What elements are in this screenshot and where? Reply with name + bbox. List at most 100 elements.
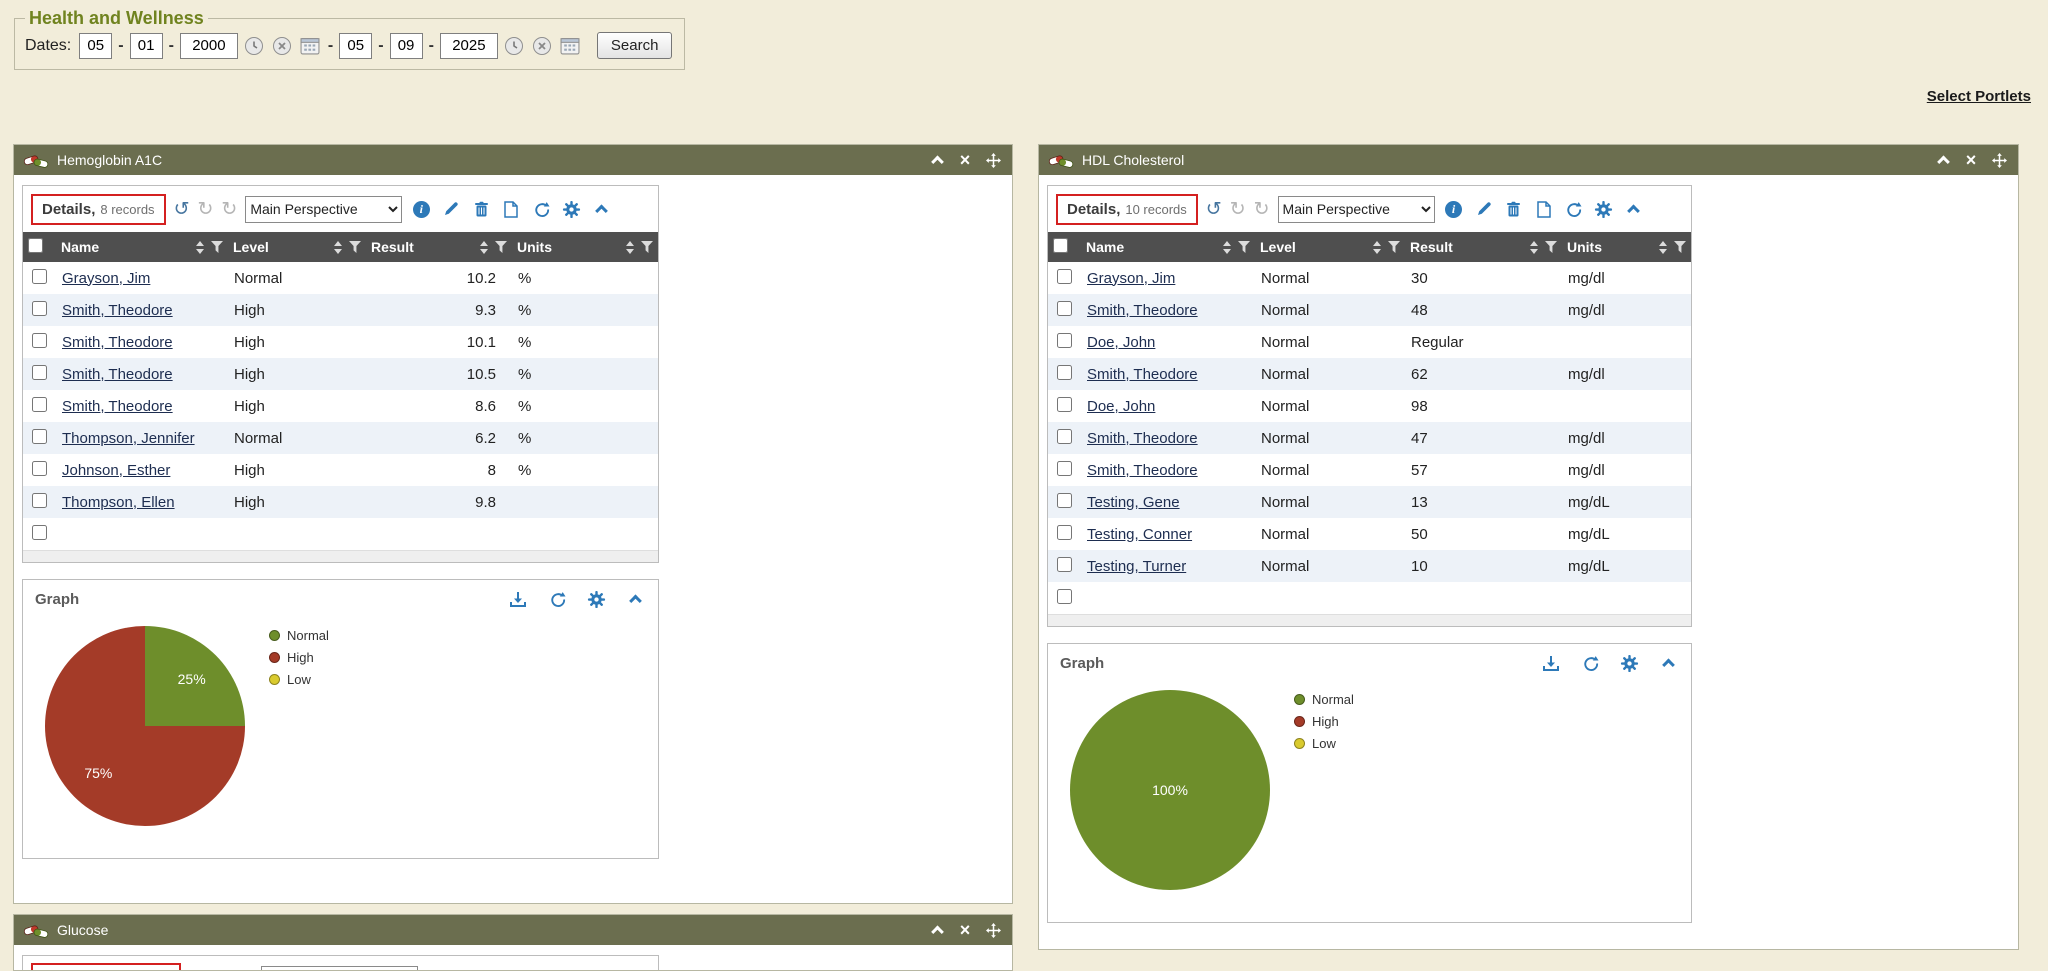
row-checkbox[interactable]: [32, 397, 47, 412]
collapse-icon[interactable]: [590, 198, 612, 220]
row-checkbox[interactable]: [1057, 493, 1072, 508]
row-checkbox[interactable]: [1057, 589, 1072, 604]
new-document-icon[interactable]: [516, 968, 538, 970]
close-portlet-icon[interactable]: ×: [955, 920, 975, 940]
clear-date-icon[interactable]: [271, 34, 294, 57]
collapse-portlet-icon[interactable]: [927, 920, 947, 940]
filter-icon[interactable]: [349, 241, 361, 253]
sort-icon[interactable]: [1530, 241, 1539, 254]
row-checkbox[interactable]: [32, 301, 47, 316]
filter-icon[interactable]: [1674, 241, 1686, 253]
move-portlet-icon[interactable]: [1989, 150, 2009, 170]
edit-icon[interactable]: [1473, 198, 1495, 220]
patient-name-link[interactable]: Doe, John: [1087, 334, 1155, 351]
row-checkbox[interactable]: [1057, 557, 1072, 572]
patient-name-link[interactable]: Smith, Theodore: [62, 398, 173, 415]
row-checkbox[interactable]: [32, 493, 47, 508]
patient-name-link[interactable]: Smith, Theodore: [1087, 302, 1198, 319]
download-icon[interactable]: [507, 588, 529, 610]
patient-name-link[interactable]: Johnson, Esther: [62, 462, 170, 479]
repeat-icon[interactable]: ↻: [237, 970, 253, 971]
patient-name-link[interactable]: Smith, Theodore: [62, 334, 173, 351]
perspective-select[interactable]: Main Perspective: [1278, 196, 1435, 223]
row-checkbox[interactable]: [1057, 429, 1072, 444]
undo-icon[interactable]: ↺: [1206, 200, 1222, 219]
delete-icon[interactable]: [470, 198, 492, 220]
portlet-header[interactable]: HDL Cholesterol ×: [1039, 145, 2018, 175]
calendar-icon[interactable]: [299, 34, 322, 57]
filter-icon[interactable]: [211, 241, 223, 253]
undo-icon[interactable]: ↺: [189, 970, 205, 971]
collapse-icon[interactable]: [1623, 198, 1645, 220]
undo-icon[interactable]: ↺: [174, 200, 190, 219]
delete-icon[interactable]: [1503, 198, 1525, 220]
row-checkbox[interactable]: [32, 429, 47, 444]
clear-date-icon[interactable]: [531, 34, 554, 57]
select-portlets-link[interactable]: Select Portlets: [1927, 88, 2031, 105]
perspective-select[interactable]: [261, 966, 418, 971]
redo-icon[interactable]: ↻: [197, 200, 213, 219]
redo-icon[interactable]: ↻: [213, 970, 229, 971]
select-all-checkbox[interactable]: [28, 238, 43, 253]
portlet-header[interactable]: Hemoglobin A1C ×: [14, 145, 1012, 175]
settings-icon[interactable]: [560, 198, 582, 220]
patient-name-link[interactable]: Testing, Turner: [1087, 558, 1186, 575]
row-checkbox[interactable]: [32, 525, 47, 540]
close-portlet-icon[interactable]: ×: [955, 150, 975, 170]
collapse-icon[interactable]: [624, 588, 646, 610]
filter-icon[interactable]: [1238, 241, 1250, 253]
patient-name-link[interactable]: Smith, Theodore: [62, 366, 173, 383]
row-checkbox[interactable]: [1057, 333, 1072, 348]
row-checkbox[interactable]: [1057, 397, 1072, 412]
clock-icon[interactable]: [503, 34, 526, 57]
sort-icon[interactable]: [1223, 241, 1232, 254]
filter-icon[interactable]: [641, 241, 653, 253]
calendar-icon[interactable]: [559, 34, 582, 57]
info-icon[interactable]: i: [1443, 198, 1465, 220]
move-portlet-icon[interactable]: [983, 920, 1003, 940]
row-checkbox[interactable]: [32, 333, 47, 348]
select-all-checkbox[interactable]: [1053, 238, 1068, 253]
to-year-input[interactable]: [440, 33, 498, 59]
patient-name-link[interactable]: Thompson, Jennifer: [62, 430, 195, 447]
sort-icon[interactable]: [196, 241, 205, 254]
row-checkbox[interactable]: [1057, 525, 1072, 540]
new-document-icon[interactable]: [1533, 198, 1555, 220]
info-icon[interactable]: i: [410, 198, 432, 220]
sort-icon[interactable]: [334, 241, 343, 254]
patient-name-link[interactable]: Smith, Theodore: [62, 302, 173, 319]
patient-name-link[interactable]: Smith, Theodore: [1087, 430, 1198, 447]
close-portlet-icon[interactable]: ×: [1961, 150, 1981, 170]
patient-name-link[interactable]: Grayson, Jim: [1087, 270, 1175, 287]
new-document-icon[interactable]: [500, 198, 522, 220]
filter-icon[interactable]: [495, 241, 507, 253]
edit-icon[interactable]: [440, 198, 462, 220]
refresh-icon[interactable]: [1579, 652, 1601, 674]
row-checkbox[interactable]: [1057, 269, 1072, 284]
redo-icon[interactable]: ↻: [1230, 200, 1246, 219]
patient-name-link[interactable]: Doe, John: [1087, 398, 1155, 415]
to-month-input[interactable]: [339, 33, 372, 59]
to-day-input[interactable]: [390, 33, 423, 59]
info-icon[interactable]: [426, 968, 448, 970]
clock-icon[interactable]: [243, 34, 266, 57]
repeat-icon[interactable]: ↻: [1254, 200, 1270, 219]
delete-icon[interactable]: [486, 968, 508, 970]
settings-icon[interactable]: [1593, 198, 1615, 220]
sort-icon[interactable]: [1373, 241, 1382, 254]
refresh-icon[interactable]: [546, 588, 568, 610]
patient-name-link[interactable]: Smith, Theodore: [1087, 462, 1198, 479]
collapse-portlet-icon[interactable]: [927, 150, 947, 170]
filter-icon[interactable]: [1388, 241, 1400, 253]
row-checkbox[interactable]: [1057, 301, 1072, 316]
patient-name-link[interactable]: Testing, Gene: [1087, 494, 1180, 511]
collapse-icon[interactable]: [1657, 652, 1679, 674]
row-checkbox[interactable]: [32, 269, 47, 284]
move-portlet-icon[interactable]: [983, 150, 1003, 170]
search-button[interactable]: Search: [597, 32, 673, 59]
sort-icon[interactable]: [626, 241, 635, 254]
collapse-portlet-icon[interactable]: [1933, 150, 1953, 170]
sort-icon[interactable]: [1659, 241, 1668, 254]
from-month-input[interactable]: [79, 33, 112, 59]
filter-icon[interactable]: [1545, 241, 1557, 253]
